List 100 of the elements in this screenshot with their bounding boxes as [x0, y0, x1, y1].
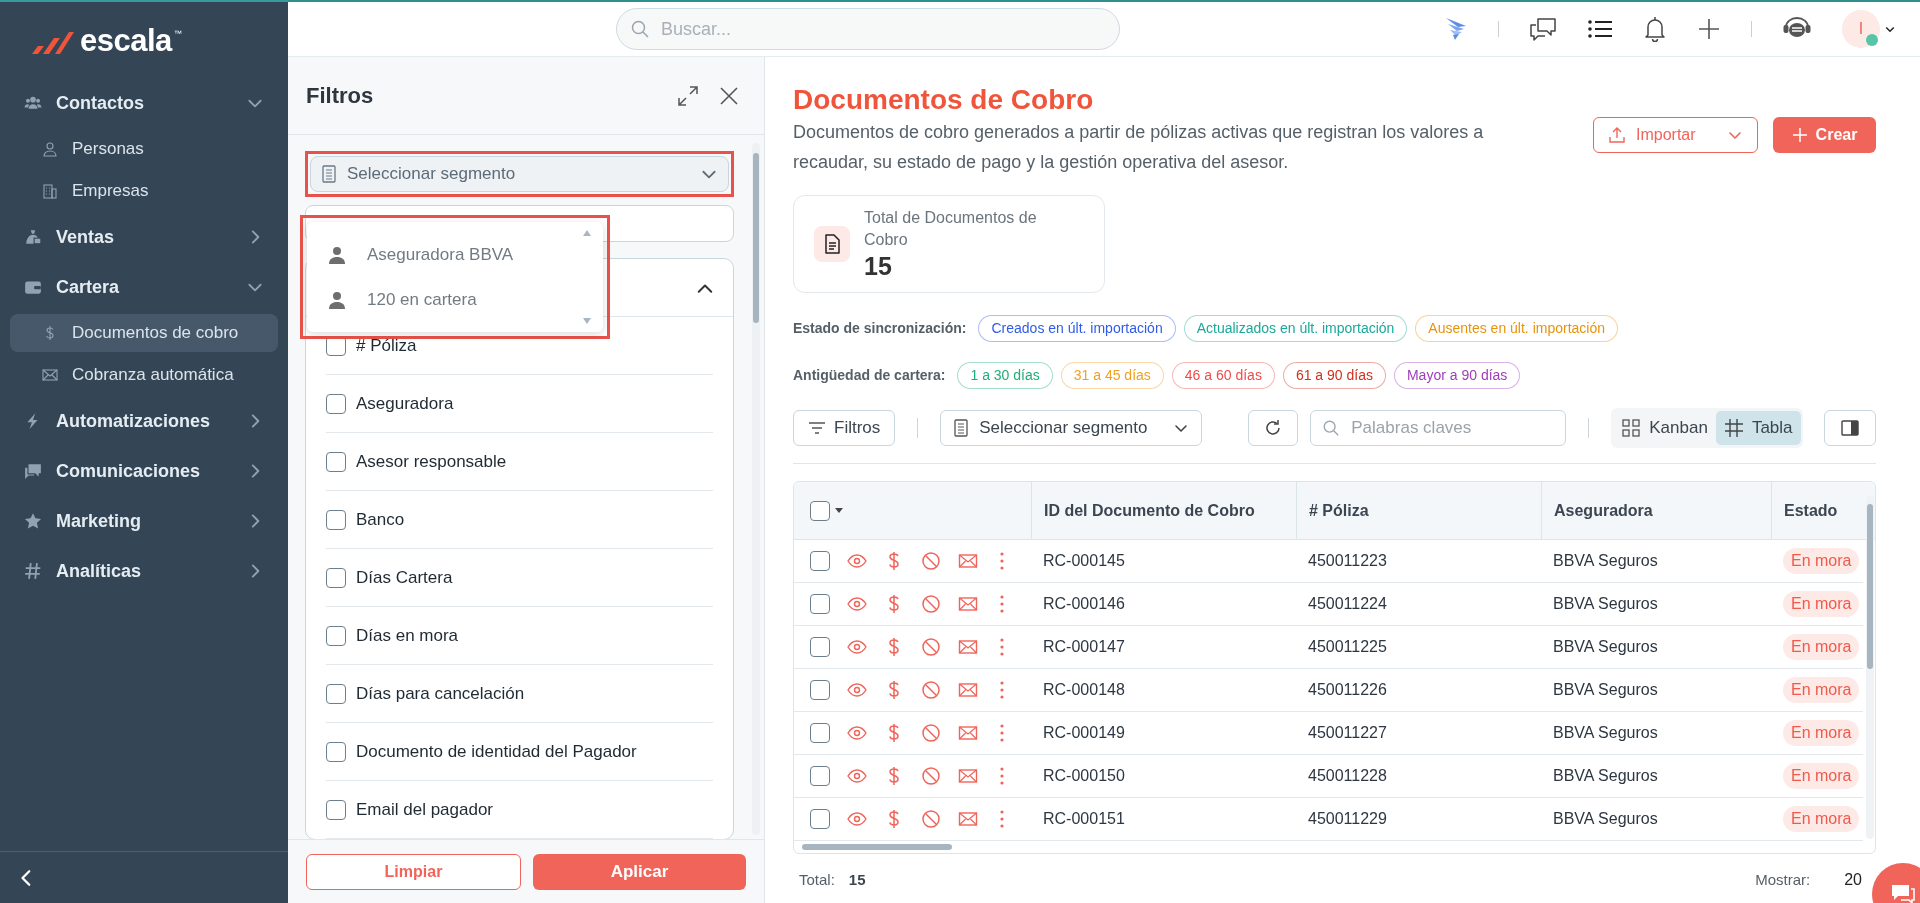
grid-icon: [1621, 418, 1642, 438]
filter-field-option[interactable]: Días Cartera: [326, 549, 713, 607]
filter-row-label: Antigüedad de cartera:: [793, 366, 946, 385]
dropdown-option[interactable]: Aseguradora BBVA: [307, 232, 603, 277]
table-cell-text: BBVA Seguros: [1553, 551, 1658, 571]
table-cell-text: 450011229: [1308, 809, 1387, 829]
sidebar-item[interactable]: Cartera: [0, 262, 288, 312]
checkbox[interactable]: [326, 393, 346, 414]
table-cell-text: 450011224: [1308, 594, 1387, 614]
checkbox[interactable]: [326, 625, 346, 646]
row-checkbox[interactable]: [810, 766, 830, 786]
sidebar-subitem[interactable]: Empresas: [10, 172, 278, 210]
row-checkbox[interactable]: [810, 723, 830, 743]
eye-icon[interactable]: [847, 766, 867, 786]
chat-bubble-icon: [1890, 883, 1916, 903]
filter-field-option[interactable]: Documento de identidad del Pagador: [326, 723, 713, 781]
sidebar-subitem[interactable]: Documentos de cobro: [10, 314, 278, 352]
mail-icon[interactable]: [958, 594, 978, 614]
sidebar-subitem[interactable]: Cobranza automática: [10, 356, 278, 394]
column-header[interactable]: # Póliza: [1296, 482, 1541, 539]
mail-icon[interactable]: [958, 809, 978, 829]
status-chip[interactable]: 46 a 60 días: [1171, 362, 1275, 389]
plus-icon[interactable]: [1697, 17, 1721, 41]
wallet-icon: [24, 278, 42, 296]
sidebar-item[interactable]: Analíticas: [0, 546, 288, 596]
keyword-search-field[interactable]: Palabras claves: [1310, 410, 1567, 446]
scrollbar[interactable]: [752, 143, 760, 835]
star-icon: [24, 512, 42, 530]
filter-field-option[interactable]: Días para cancelación: [326, 665, 713, 723]
filter-field-option[interactable]: Aseguradora: [326, 375, 713, 433]
pot-icon: [24, 228, 42, 246]
stat-label: Total de Documentos de Cobro: [864, 208, 1038, 250]
table-cell-text: 450011223: [1308, 551, 1387, 571]
chat-icon[interactable]: [1529, 17, 1557, 41]
logo-bars-icon: [30, 30, 74, 56]
filters-button[interactable]: Filtros: [793, 410, 896, 446]
checkbox[interactable]: [326, 741, 346, 762]
list-icon[interactable]: [1587, 18, 1613, 40]
eye-icon[interactable]: [847, 594, 867, 614]
table-cell-text: RC-000149: [1043, 723, 1125, 743]
checkbox[interactable]: [326, 509, 346, 530]
status-chip[interactable]: Mayor a 90 días: [1393, 362, 1521, 389]
checkbox[interactable]: [326, 451, 346, 472]
select-all-checkbox[interactable]: [810, 500, 830, 521]
document-icon: [953, 419, 970, 437]
sidebar-item[interactable]: Contactos: [0, 78, 288, 128]
row-checkbox[interactable]: [810, 680, 830, 700]
prohibited-icon[interactable]: [921, 723, 941, 743]
eye-icon[interactable]: [847, 809, 867, 829]
eye-icon[interactable]: [847, 723, 867, 743]
filter-field-option[interactable]: Asesor responsable: [326, 433, 713, 491]
bell-icon[interactable]: [1643, 16, 1667, 42]
sidebar-item[interactable]: Automatizaciones: [0, 396, 288, 446]
sidebar-item[interactable]: Comunicaciones: [0, 446, 288, 496]
eye-icon[interactable]: [847, 637, 867, 657]
sidebar-item[interactable]: Marketing: [0, 496, 288, 546]
prohibited-icon[interactable]: [921, 809, 941, 829]
row-checkbox[interactable]: [810, 594, 830, 614]
columns-button[interactable]: [1824, 410, 1876, 446]
mail-icon[interactable]: [958, 551, 978, 571]
prohibited-icon[interactable]: [921, 594, 941, 614]
mail-icon[interactable]: [958, 766, 978, 786]
segment-select[interactable]: Seleccionar segmento: [940, 410, 1203, 446]
view-tab[interactable]: Tabla: [1715, 411, 1801, 445]
trademark-sign: ™: [173, 28, 182, 40]
row-checkbox[interactable]: [810, 551, 830, 571]
row-checkbox[interactable]: [810, 637, 830, 657]
row-checkbox[interactable]: [810, 809, 830, 829]
segment-select[interactable]: Seleccionar segmento: [310, 156, 729, 192]
mail-icon[interactable]: [958, 680, 978, 700]
status-chip[interactable]: 61 a 90 días: [1282, 362, 1386, 389]
sidebar-item[interactable]: Ventas: [0, 212, 288, 262]
caret-down-icon: [834, 506, 844, 515]
prohibited-icon[interactable]: [921, 637, 941, 657]
filter-field-option[interactable]: Banco: [326, 491, 713, 549]
prohibited-icon[interactable]: [921, 551, 941, 571]
table-cell-text: RC-000146: [1043, 594, 1125, 614]
checkbox[interactable]: [326, 567, 346, 588]
table-cell-text: BBVA Seguros: [1553, 766, 1658, 786]
filter-field-option[interactable]: Email del pagador: [326, 781, 713, 839]
filter-field-option[interactable]: Días en mora: [326, 607, 713, 665]
checkbox[interactable]: [326, 683, 346, 704]
prohibited-icon[interactable]: [921, 766, 941, 786]
sidebar-subitem[interactable]: Personas: [10, 130, 278, 168]
global-search-field[interactable]: Buscar...: [616, 8, 1120, 50]
column-header[interactable]: ID del Documento de Cobro: [1031, 482, 1296, 539]
prohibited-icon[interactable]: [921, 680, 941, 700]
search-icon: [1322, 419, 1341, 437]
mail-icon[interactable]: [958, 637, 978, 657]
expand-icon[interactable]: [676, 83, 700, 108]
eye-icon[interactable]: [847, 551, 867, 571]
eye-icon[interactable]: [847, 680, 867, 700]
view-tab[interactable]: Kanban: [1613, 411, 1716, 445]
scrollbar[interactable]: [1866, 496, 1874, 839]
refresh-button[interactable]: [1248, 410, 1299, 446]
checkbox[interactable]: [326, 799, 346, 820]
column-header[interactable]: Aseguradora: [1541, 482, 1771, 539]
mail-icon[interactable]: [958, 723, 978, 743]
close-icon[interactable]: [718, 84, 740, 107]
status-chip[interactable]: Creados en últ. importación: [978, 315, 1176, 342]
